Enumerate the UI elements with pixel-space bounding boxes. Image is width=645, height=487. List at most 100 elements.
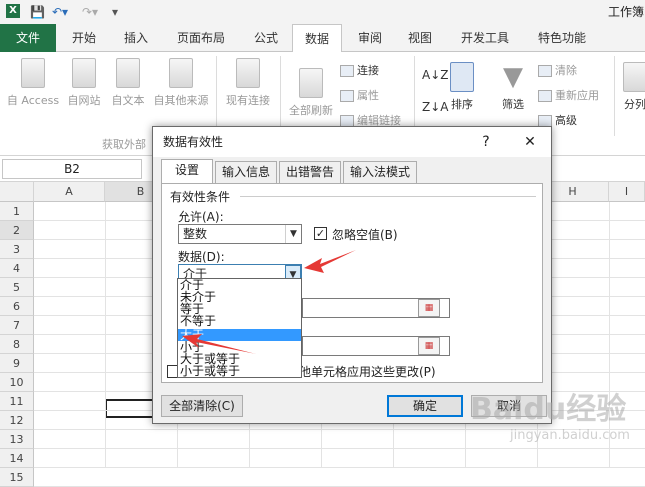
range-select-icon[interactable]: ▦ [418, 299, 440, 317]
select-all-corner[interactable] [0, 182, 34, 202]
from-other-label: 自其他来源 [153, 94, 209, 107]
sort-az-icon[interactable]: A↓Z [422, 68, 448, 82]
tab-special[interactable]: 特色功能 [530, 24, 594, 52]
customize-qat-icon[interactable]: ▾ [112, 4, 118, 20]
sort-label: 排序 [451, 98, 473, 111]
clear-filter-button[interactable]: 清除 [538, 62, 577, 78]
row-header[interactable]: 14 [0, 449, 34, 468]
tab-page-layout[interactable]: 页面布局 [168, 24, 234, 52]
tab-file[interactable]: 文件 [0, 24, 56, 52]
list-item[interactable]: 小于或等于 [178, 365, 301, 377]
tab-data[interactable]: 数据 [292, 24, 342, 53]
ignore-blank-checkbox[interactable]: ✓ [314, 227, 327, 240]
tab-error-alert[interactable]: 出错警告 [279, 161, 341, 183]
existing-connections-icon [236, 58, 260, 88]
refresh-all-label: 全部刷新 [289, 104, 333, 117]
row-header[interactable]: 7 [0, 316, 34, 335]
refresh-all-button[interactable]: 全部刷新 [284, 68, 338, 118]
existing-connections-button[interactable]: 现有连接 [220, 58, 276, 108]
annotation-arrow-icon [304, 250, 356, 273]
tab-developer[interactable]: 开发工具 [450, 24, 520, 52]
window-title: 工作簿 [608, 5, 645, 19]
excel-logo-icon: X [6, 4, 20, 18]
split-columns-button[interactable]: 分列 [618, 62, 645, 112]
row-header[interactable]: 1 [0, 202, 34, 221]
properties-icon [340, 90, 354, 102]
column-header[interactable]: A [34, 182, 105, 202]
properties-button[interactable]: 属性 [340, 87, 379, 103]
clear-icon [538, 65, 552, 77]
row-header[interactable]: 8 [0, 335, 34, 354]
row-header[interactable]: 6 [0, 297, 34, 316]
funnel-icon: ▼ [503, 62, 523, 92]
tab-formulas[interactable]: 公式 [244, 24, 288, 52]
close-button[interactable]: ✕ [515, 127, 545, 157]
section-divider [240, 196, 536, 197]
sort-za-icon[interactable]: Z↓A [422, 100, 448, 114]
row-header[interactable]: 3 [0, 240, 34, 259]
split-label: 分列 [624, 98, 645, 111]
tab-view[interactable]: 视图 [400, 24, 440, 52]
row-header[interactable]: 12 [0, 411, 34, 430]
connections-label: 连接 [357, 64, 379, 77]
name-box[interactable]: B2 [2, 159, 142, 179]
connections-button[interactable]: 连接 [340, 62, 379, 78]
sort-button[interactable]: 排序 [446, 62, 478, 112]
row-header[interactable]: 2 [0, 221, 34, 240]
annotation-arrow-icon [182, 334, 256, 354]
ok-button[interactable]: 确定 [387, 395, 463, 417]
ribbon-tab-bar: 文件 开始 插入 页面布局 公式 数据 审阅 视图 开发工具 特色功能 [0, 24, 645, 53]
tab-insert[interactable]: 插入 [114, 24, 158, 52]
tab-review[interactable]: 审阅 [350, 24, 390, 52]
save-icon[interactable]: 💾 [30, 4, 45, 20]
from-web-button[interactable]: 自网站 [62, 58, 106, 108]
column-header[interactable]: I [609, 182, 645, 202]
tab-home[interactable]: 开始 [62, 24, 106, 52]
reapply-label: 重新应用 [555, 89, 599, 102]
apply-to-all-label: 他单元格应用这些更改(P) [299, 365, 436, 379]
data-label: 数据(D): [178, 250, 225, 264]
advanced-label: 高级 [555, 114, 577, 127]
ribbon-divider [216, 56, 217, 136]
watermark-subtext: jingyan.baidu.com [510, 428, 630, 443]
quick-access-toolbar: X 💾 ↶▾ ↷▾ ▾ 工作簿 [0, 0, 645, 24]
selected-cell-b2[interactable] [105, 399, 157, 418]
allow-select[interactable]: 整数 ▼ [178, 224, 302, 244]
row-header[interactable]: 10 [0, 373, 34, 392]
tab-ime-mode[interactable]: 输入法模式 [343, 161, 417, 183]
help-button[interactable]: ? [471, 127, 501, 157]
allow-label: 允许(A): [178, 210, 224, 224]
from-text-label: 自文本 [111, 94, 145, 107]
data-dropdown-list[interactable]: 介于 未介于 等于 不等于 大于 小于 大于或等于 小于或等于 [177, 278, 302, 378]
row-header[interactable]: 5 [0, 278, 34, 297]
from-access-button[interactable]: 自 Access [4, 58, 62, 108]
watermark-logo: Baidu经验 jingyan.baidu.com [470, 384, 640, 464]
range-select-icon[interactable]: ▦ [418, 337, 440, 355]
list-item[interactable]: 不等于 [178, 315, 301, 327]
row-header[interactable]: 13 [0, 430, 34, 449]
tab-settings[interactable]: 设置 [161, 159, 213, 183]
split-icon [623, 62, 645, 92]
undo-icon[interactable]: ↶▾ [52, 4, 68, 20]
from-other-button[interactable]: 自其他来源 [150, 58, 212, 108]
row-header[interactable]: 11 [0, 392, 34, 411]
existing-connections-label: 现有连接 [226, 94, 270, 107]
from-access-label: 自 Access [6, 94, 60, 107]
from-web-label: 自网站 [67, 94, 101, 107]
redo-icon[interactable]: ↷▾ [82, 4, 98, 20]
clear-all-button[interactable]: 全部清除(C) [161, 395, 243, 417]
ribbon-divider [614, 56, 615, 136]
tab-input-message[interactable]: 输入信息 [215, 161, 277, 183]
filter-button[interactable]: ▼ 筛选 [496, 62, 530, 112]
filter-label: 筛选 [502, 98, 524, 111]
reapply-button[interactable]: 重新应用 [538, 87, 599, 103]
sort-icon [450, 62, 474, 92]
row-header[interactable]: 9 [0, 354, 34, 373]
row-header[interactable]: 4 [0, 259, 34, 278]
connections-icon [340, 65, 354, 77]
reapply-icon [538, 90, 552, 102]
section-title: 有效性条件 [170, 190, 231, 204]
from-text-button[interactable]: 自文本 [106, 58, 150, 108]
group-label-external: 获取外部 [102, 138, 146, 151]
row-header[interactable]: 15 [0, 468, 34, 487]
